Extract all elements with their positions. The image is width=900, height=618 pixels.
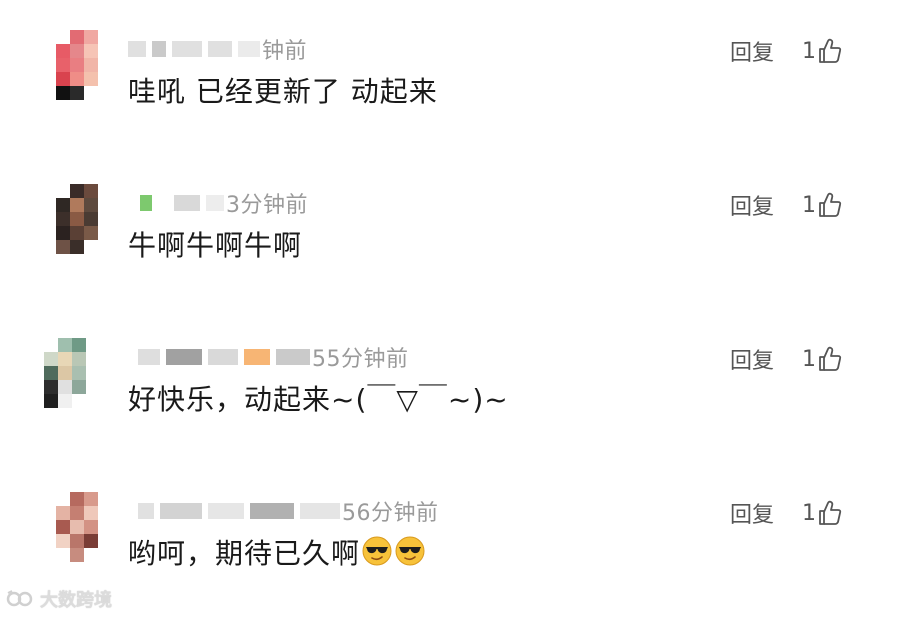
avatar[interactable] <box>56 184 112 254</box>
comment-meta: 56分钟前 <box>128 498 439 526</box>
comment-actions: 回复 1 <box>730 190 842 220</box>
like-button[interactable]: 1 <box>802 346 842 372</box>
comment-actions: 回复 1 <box>730 498 842 528</box>
dashu-logo-icon <box>6 590 33 607</box>
like-count: 1 <box>802 346 817 372</box>
comment-meta: 55分钟前 <box>128 344 409 372</box>
comment-actions: 回复 1 <box>730 36 842 66</box>
like-button[interactable]: 1 <box>802 38 842 64</box>
comment-meta: 钟前 <box>128 36 308 64</box>
smiling-face-with-sunglasses-icon <box>394 535 426 567</box>
avatar[interactable] <box>56 30 112 100</box>
comment-time: 3分钟前 <box>226 193 308 218</box>
comment-text-body: 哟呵，期待已久啊 <box>128 537 361 570</box>
thumbs-up-icon[interactable] <box>818 38 842 64</box>
avatar[interactable] <box>56 492 112 562</box>
like-button[interactable]: 1 <box>802 500 842 526</box>
watermark-text: 大数跨境 <box>40 590 112 611</box>
comment-item: 56分钟前 哟呵，期待已久啊 回复 1 <box>0 488 900 598</box>
masked-username[interactable] <box>128 503 340 519</box>
like-button[interactable]: 1 <box>802 192 842 218</box>
comment-actions: 回复 1 <box>730 344 842 374</box>
like-count: 1 <box>802 38 817 64</box>
comment-text: 哇吼 已经更新了 动起来 <box>128 75 438 108</box>
comment-list-page: 钟前 哇吼 已经更新了 动起来 回复 1 3分钟前 牛啊牛啊牛啊 回复 1 55… <box>0 0 900 618</box>
comment-text: 哟呵，期待已久啊 <box>128 532 426 572</box>
masked-username[interactable] <box>128 195 224 211</box>
comment-text: 牛啊牛啊牛啊 <box>128 229 303 262</box>
avatar[interactable] <box>44 338 100 408</box>
masked-username[interactable] <box>128 349 310 365</box>
thumbs-up-icon[interactable] <box>818 500 842 526</box>
comment-text: 好快乐，动起来~(￣▽￣~)~ <box>128 383 509 416</box>
like-count: 1 <box>802 500 817 526</box>
like-count: 1 <box>802 192 817 218</box>
reply-button[interactable]: 回复 <box>730 343 774 375</box>
comment-time: 钟前 <box>262 39 308 64</box>
comment-meta: 3分钟前 <box>128 190 308 218</box>
reply-button[interactable]: 回复 <box>730 497 774 529</box>
reply-button[interactable]: 回复 <box>730 189 774 221</box>
comment-item: 55分钟前 好快乐，动起来~(￣▽￣~)~ 回复 1 <box>0 334 900 444</box>
reply-button[interactable]: 回复 <box>730 35 774 67</box>
comment-item: 3分钟前 牛啊牛啊牛啊 回复 1 <box>0 180 900 290</box>
watermark: 大数跨境 <box>6 586 112 612</box>
masked-username[interactable] <box>128 41 260 57</box>
comment-time: 56分钟前 <box>342 501 439 526</box>
thumbs-up-icon[interactable] <box>818 346 842 372</box>
thumbs-up-icon[interactable] <box>818 192 842 218</box>
comment-time: 55分钟前 <box>312 347 409 372</box>
smiling-face-with-sunglasses-icon <box>361 535 393 567</box>
comment-item: 钟前 哇吼 已经更新了 动起来 回复 1 <box>0 26 900 136</box>
